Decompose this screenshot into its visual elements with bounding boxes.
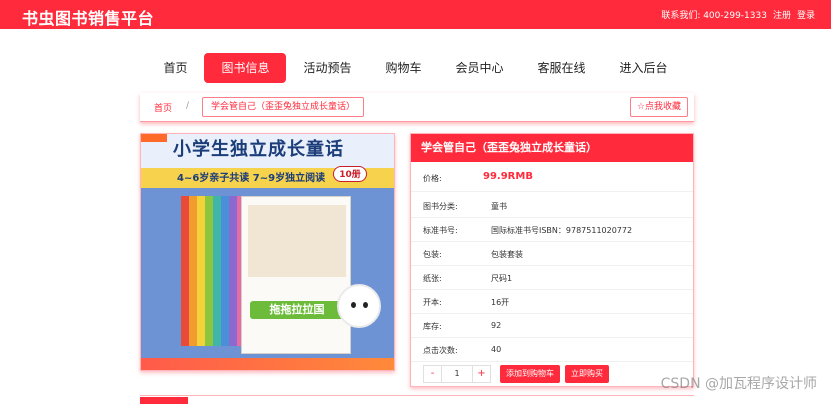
nav-member[interactable]: 会员中心 xyxy=(439,53,521,83)
quantity-input[interactable]: 1 xyxy=(442,366,472,382)
mascot-eye xyxy=(363,302,368,308)
breadcrumb-current: 学会管自己（歪歪兔独立成长童话） xyxy=(202,97,365,117)
login-link[interactable]: 登录 xyxy=(797,8,815,21)
info-value: 40 xyxy=(491,345,502,354)
breadcrumb-home[interactable]: 首页 xyxy=(154,101,172,114)
watermark: CSDN @加瓦程序设计师 xyxy=(660,376,817,392)
product-info: 学会管自己（歪歪兔独立成长童话） 价格: 99.9RMB 图书分类: 童书 标准… xyxy=(410,133,694,387)
info-row-category: 图书分类: 童书 xyxy=(411,194,693,218)
info-value: 包装套装 xyxy=(491,250,523,259)
info-row-stock: 库存: 92 xyxy=(411,314,693,338)
increase-quantity-button[interactable]: + xyxy=(472,366,490,382)
box-title: 拖拖拉拉国 xyxy=(250,301,344,319)
info-label: 开本: xyxy=(423,298,442,307)
info-label: 图书分类: xyxy=(423,202,458,211)
nav-service[interactable]: 客服在线 xyxy=(521,53,603,83)
info-value: 16开 xyxy=(491,298,510,307)
info-value: 童书 xyxy=(491,202,507,211)
nav-events[interactable]: 活动预告 xyxy=(286,53,368,83)
info-value: 尺码1 xyxy=(491,274,513,283)
nav-cart[interactable]: 购物车 xyxy=(368,53,438,83)
spine xyxy=(197,196,205,346)
spine xyxy=(221,196,229,346)
buy-now-button[interactable]: 立即购买 xyxy=(565,365,609,383)
info-label: 标准书号: xyxy=(423,226,458,235)
box-illustration xyxy=(248,205,346,277)
price-value: 99.9RMB xyxy=(483,171,533,182)
info-label: 纸张: xyxy=(423,274,442,283)
info-row-paper: 纸张: 尺码1 xyxy=(411,266,693,290)
mascot-eye xyxy=(351,302,356,308)
breadcrumb: 首页 / 学会管自己（歪歪兔独立成长童话） ☆点我收藏 xyxy=(140,93,694,122)
add-to-cart-button[interactable]: 添加到购物车 xyxy=(500,365,560,383)
cover-badge: 10册 xyxy=(333,166,367,182)
info-row-clicks: 点击次数: 40 xyxy=(411,338,693,362)
info-row-format: 开本: 16开 xyxy=(411,290,693,314)
info-label: 价格: xyxy=(423,174,442,183)
cover-subtitle: 4~6岁亲子共读 7~9岁独立阅读 xyxy=(177,173,326,184)
info-row-price: 价格: 99.9RMB xyxy=(411,162,693,192)
corner-badge xyxy=(141,134,167,142)
info-row-packaging: 包装: 包装套装 xyxy=(411,242,693,266)
nav-admin[interactable]: 进入后台 xyxy=(603,53,685,83)
info-value: 92 xyxy=(491,321,502,330)
cover-title: 小学生独立成长童话 xyxy=(173,139,344,160)
top-bar: 书虫图书销售平台 联系我们: 400-299-1333 注册 登录 xyxy=(0,0,831,29)
spine xyxy=(205,196,213,346)
breadcrumb-separator: / xyxy=(186,101,190,111)
favorite-button[interactable]: ☆点我收藏 xyxy=(629,97,688,117)
spine xyxy=(229,196,237,346)
product-image: 小学生独立成长童话 4~6岁亲子共读 7~9岁独立阅读 10册 拖拖拉拉国 xyxy=(140,133,395,371)
info-label: 包装: xyxy=(423,250,442,259)
main-nav: 首页 图书信息 活动预告 购物车 会员中心 客服在线 进入后台 xyxy=(0,53,831,83)
quantity-stepper: - 1 + xyxy=(423,365,491,383)
nav-home[interactable]: 首页 xyxy=(146,53,204,83)
product-title: 学会管自己（歪歪兔独立成长童话） xyxy=(411,134,693,162)
decrease-quantity-button[interactable]: - xyxy=(424,366,442,382)
box-front: 拖拖拉拉国 xyxy=(241,196,351,354)
image-strip xyxy=(141,358,394,370)
info-label: 点击次数: xyxy=(423,346,458,355)
info-value: 国际标准书号ISBN：9787511020772 xyxy=(491,226,633,235)
nav-book-info[interactable]: 图书信息 xyxy=(204,53,287,83)
info-row-isbn: 标准书号: 国际标准书号ISBN：9787511020772 xyxy=(411,218,693,242)
info-label: 库存: xyxy=(423,322,442,331)
contact-text: 联系我们: 400-299-1333 xyxy=(661,11,767,21)
register-link[interactable]: 注册 xyxy=(773,8,791,21)
spine xyxy=(181,196,189,346)
spine xyxy=(189,196,197,346)
top-info: 联系我们: 400-299-1333 注册 登录 xyxy=(661,8,815,21)
spine xyxy=(213,196,221,346)
book-cover: 小学生独立成长童话 4~6岁亲子共读 7~9岁独立阅读 10册 拖拖拉拉国 xyxy=(141,134,394,358)
detail-tabs xyxy=(140,395,694,404)
brand-title[interactable]: 书虫图书销售平台 xyxy=(22,5,154,29)
mascot-icon xyxy=(337,284,381,328)
